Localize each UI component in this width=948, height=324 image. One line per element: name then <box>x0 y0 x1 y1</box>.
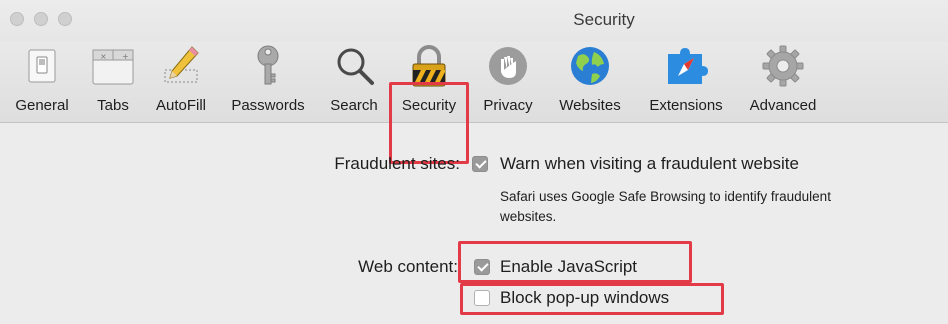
popups-highlight <box>460 283 724 315</box>
tab-label: Extensions <box>649 97 723 114</box>
preferences-window: Security General × + Tabs AutoFill Passw… <box>0 0 948 324</box>
fraudulent-note: Safari uses Google Safe Browsing to iden… <box>500 189 831 224</box>
switch-icon <box>28 49 56 83</box>
web-content-label: Web content: <box>358 257 458 276</box>
tab-label: Advanced <box>749 97 817 114</box>
tab-general[interactable]: General <box>8 42 76 122</box>
tab-passwords[interactable]: Passwords <box>222 42 314 122</box>
hand-icon <box>489 47 527 85</box>
tab-tabs[interactable]: × + Tabs <box>86 42 140 122</box>
tab-extensions[interactable]: Extensions <box>636 42 736 122</box>
tab-label: Search <box>330 97 378 114</box>
preferences-toolbar: General × + Tabs AutoFill Passwords Sear… <box>0 42 948 164</box>
tab-privacy[interactable]: Privacy <box>474 42 542 122</box>
pencil-icon <box>164 46 199 83</box>
tab-label: Privacy <box>483 97 533 114</box>
security-pane: Fraudulent sites: Warn when visiting a f… <box>0 123 948 324</box>
fraudulent-sites-label: Fraudulent sites: <box>334 154 460 173</box>
fraudulent-warning-option: Warn when visiting a fraudulent website <box>500 154 799 173</box>
tab-label: AutoFill <box>155 97 207 114</box>
title-bar: Security <box>0 0 948 42</box>
key-icon <box>257 45 279 85</box>
svg-text:+: + <box>122 52 129 61</box>
tab-label: Passwords <box>231 97 305 114</box>
tabs-icon: × + <box>92 49 134 85</box>
window-title: Security <box>573 10 635 29</box>
tab-search[interactable]: Search <box>322 42 386 122</box>
tab-label: Tabs <box>97 97 129 114</box>
javascript-highlight <box>458 241 692 283</box>
tab-websites[interactable]: Websites <box>547 42 633 122</box>
tab-label: General <box>15 97 69 114</box>
svg-text:×: × <box>100 52 107 61</box>
fraudulent-warning-checkbox[interactable] <box>472 156 488 172</box>
puzzle-icon <box>668 48 708 84</box>
tab-advanced[interactable]: Advanced <box>740 42 826 122</box>
magnifier-icon <box>337 48 374 85</box>
tab-label: Websites <box>559 97 621 114</box>
tab-autofill[interactable]: AutoFill <box>148 42 214 122</box>
gear-icon <box>762 45 804 87</box>
globe-icon <box>571 47 609 85</box>
